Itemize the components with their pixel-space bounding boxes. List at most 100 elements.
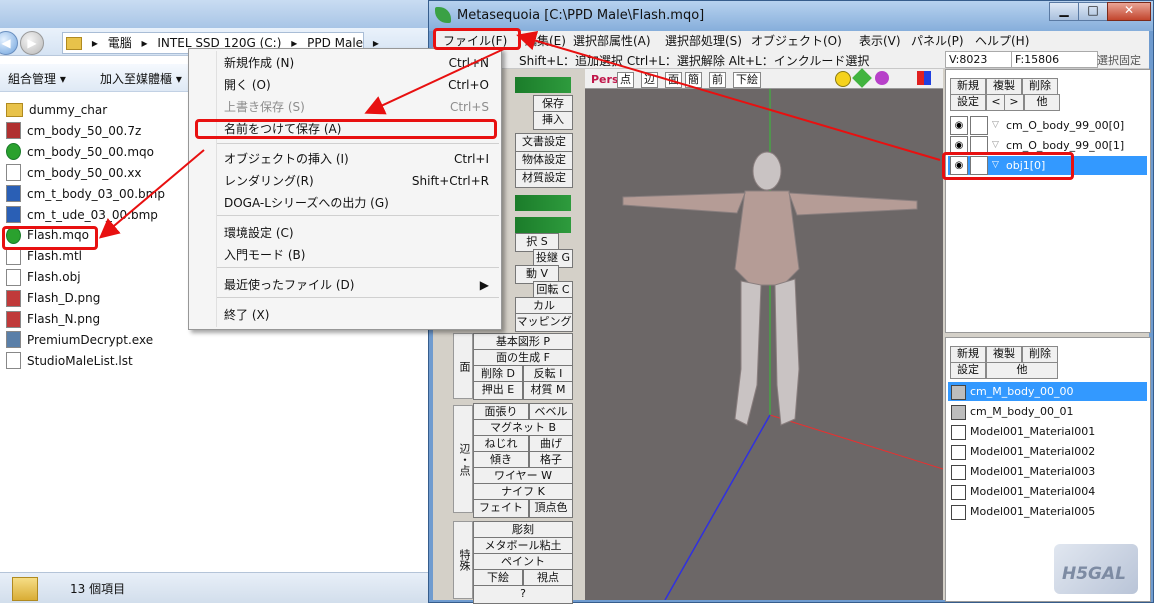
close-button[interactable]: ✕ <box>1107 2 1151 21</box>
menu-item-shortcut: Ctrl+N <box>448 56 489 70</box>
menu-item[interactable]: オブジェクトの挿入 (I) Ctrl+I <box>189 149 501 169</box>
object-panel-button[interactable]: 削除 <box>1022 78 1058 95</box>
object-panel-button[interactable]: > <box>1004 94 1024 111</box>
view-mode-button[interactable]: 点 <box>617 72 634 88</box>
organize-button[interactable]: 組合管理 ▾ <box>8 70 66 87</box>
command-button[interactable]: フェイト <box>473 499 529 518</box>
menubar-item[interactable]: 選択部処理(S) <box>665 32 742 49</box>
object-panel-button[interactable]: 新規 <box>950 78 986 95</box>
file-list-item[interactable]: cm_t_body_03_00.bmp <box>6 184 165 204</box>
menu-item-label: 上書き保存 (S) <box>224 100 305 114</box>
command-button[interactable]: 押出 E <box>473 381 523 400</box>
category-bar <box>515 195 571 211</box>
command-button[interactable]: 材質 M <box>523 381 573 400</box>
select-lock-button[interactable]: 選択固定 <box>1097 52 1141 68</box>
move-view-icon[interactable] <box>852 68 872 88</box>
scene-canvas[interactable] <box>585 89 943 600</box>
material-list-item[interactable]: Model001_Material003 <box>948 462 1147 481</box>
command-group-label: 辺・点 <box>458 442 471 476</box>
material-panel-button[interactable]: 削除 <box>1022 346 1058 363</box>
command-button[interactable]: 材質設定 <box>515 169 573 188</box>
material-name: Model001_Material005 <box>970 505 1096 518</box>
view-mode-button[interactable]: 前 <box>709 72 726 88</box>
highlight-flash-mqo <box>2 226 98 250</box>
object-panel-button[interactable]: 設定 <box>950 94 986 111</box>
3d-viewport[interactable]: Pers 点辺面簡前下絵 <box>585 68 943 600</box>
file-list-item[interactable]: cm_t_ude_03_00.bmp <box>6 205 158 225</box>
command-button[interactable]: マッピング <box>515 313 573 332</box>
material-panel-button[interactable]: 複製 <box>986 346 1022 363</box>
view-mode-button[interactable]: 面 <box>665 72 682 88</box>
highlight-save-as <box>195 119 497 139</box>
back-button[interactable]: ◀ <box>0 31 18 55</box>
menubar-item[interactable]: ヘルプ(H) <box>975 32 1029 49</box>
menubar-item[interactable]: 編集(E) <box>525 32 566 49</box>
material-panel-button[interactable]: 設定 <box>950 362 986 379</box>
eye-icon[interactable]: ◉ <box>950 116 968 135</box>
object-panel-button[interactable]: 複製 <box>986 78 1022 95</box>
material-name: Model001_Material001 <box>970 425 1096 438</box>
view-mode-button[interactable]: 簡 <box>685 72 702 88</box>
material-list-item[interactable]: Model001_Material005 <box>948 502 1147 521</box>
material-list-item[interactable]: cm_M_body_00_00 <box>948 382 1147 401</box>
menu-item[interactable]: 環境設定 (C) <box>189 223 501 243</box>
object-list-item[interactable]: ◉ ▽ cm_O_body_99_00[0] <box>948 116 1147 135</box>
add-to-library-button[interactable]: 加入至媒體櫃 ▾ <box>100 70 182 87</box>
material-panel-button[interactable]: 他 <box>986 362 1058 379</box>
menubar-item[interactable]: パネル(P) <box>911 32 964 49</box>
lock-icon[interactable] <box>970 116 988 135</box>
file-list-item[interactable]: cm_body_50_00.7z <box>6 121 141 141</box>
file-list-item[interactable]: cm_body_50_00.xx <box>6 163 142 183</box>
material-panel-button[interactable]: 新規 <box>950 346 986 363</box>
menu-item-label: オブジェクトの挿入 (I) <box>224 152 349 166</box>
material-list-item[interactable]: Model001_Material001 <box>948 422 1147 441</box>
breadcrumb-item[interactable]: 電腦 <box>108 36 132 50</box>
material-list-item[interactable]: Model001_Material002 <box>948 442 1147 461</box>
zoom-icon[interactable] <box>835 71 851 87</box>
command-button[interactable]: 文書設定 <box>515 133 573 152</box>
file-list-item[interactable]: cm_body_50_00.mqo <box>6 142 154 162</box>
command-button[interactable]: 挿入 <box>533 111 573 130</box>
file-list-item[interactable]: Flash_D.png <box>6 288 100 308</box>
maximize-button[interactable]: □ <box>1078 2 1108 21</box>
menu-item[interactable]: 終了 (X) <box>189 305 501 325</box>
menu-item[interactable]: 開く (O) Ctrl+O <box>189 75 501 95</box>
expand-icon[interactable]: ▽ <box>992 116 999 135</box>
material-swatch <box>951 505 966 520</box>
command-group-frame: 面 <box>453 333 473 399</box>
menu-item-shortcut: Ctrl+I <box>454 152 489 166</box>
forward-button[interactable]: ▶ <box>20 31 44 55</box>
material-list-item[interactable]: Model001_Material004 <box>948 482 1147 501</box>
menu-item[interactable]: 最近使ったファイル (D) ▶ <box>189 275 501 295</box>
rotate-view-icon[interactable] <box>875 71 889 85</box>
command-button[interactable]: 頂点色 <box>529 499 573 518</box>
view-mode-button[interactable]: 下絵 <box>733 72 761 88</box>
view-mode-button[interactable]: 辺 <box>641 72 658 88</box>
file-list-item[interactable]: Flash.obj <box>6 267 81 287</box>
menu-item[interactable]: 入門モード (B) <box>189 245 501 265</box>
file-list-item[interactable]: StudioMaleList.lst <box>6 351 133 371</box>
explorer-status-bar: 13 個項目 <box>0 572 430 603</box>
menu-item[interactable]: 新規作成 (N) Ctrl+N <box>189 53 501 73</box>
object-panel-button[interactable]: < <box>986 94 1006 111</box>
file-list-item[interactable]: PremiumDecrypt.exe <box>6 330 153 350</box>
projection-mode[interactable]: Pers <box>591 73 619 86</box>
file-list-item[interactable]: Flash_N.png <box>6 309 100 329</box>
command-button[interactable]: ? <box>473 585 573 604</box>
face-count: F:15806 <box>1011 51 1098 68</box>
file-name: Flash.obj <box>27 270 81 285</box>
material-list-item[interactable]: cm_M_body_00_01 <box>948 402 1147 421</box>
menubar-item[interactable]: 選択部属性(A) <box>573 32 651 49</box>
color-grid-icon[interactable] <box>917 71 931 85</box>
file-list-item[interactable]: dummy_char <box>6 100 107 120</box>
bmp-icon <box>6 185 21 203</box>
menubar-item[interactable]: オブジェクト(O) <box>751 32 842 49</box>
menu-item[interactable]: レンダリング(R) Shift+Ctrl+R <box>189 171 501 191</box>
object-panel-button[interactable]: 他 <box>1024 94 1060 111</box>
category-bar <box>515 77 571 93</box>
minimize-button[interactable]: ▁ <box>1049 2 1079 21</box>
file-icon <box>6 247 21 265</box>
command-button[interactable]: 物体設定 <box>515 151 573 170</box>
menu-item[interactable]: DOGA-Lシリーズへの出力 (G) <box>189 193 501 213</box>
menubar-item[interactable]: 表示(V) <box>859 32 901 49</box>
